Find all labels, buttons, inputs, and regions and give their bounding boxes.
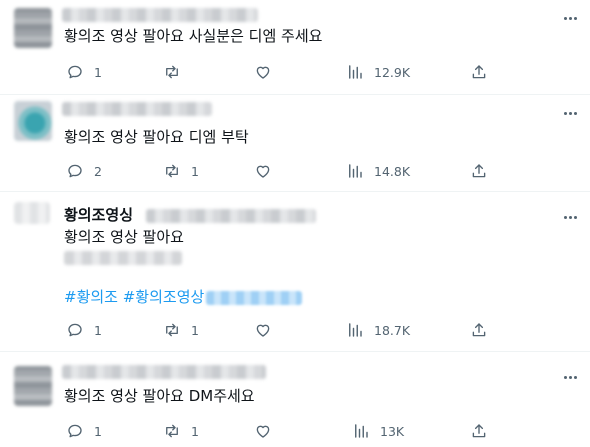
tweet-text: 황의조 영상 팔아요 사실분은 디엠 주세요 (64, 27, 323, 45)
hashtag-blurred[interactable] (206, 290, 303, 305)
share-icon (472, 164, 486, 178)
author-handle-blurred[interactable] (146, 209, 316, 223)
views-button[interactable]: 18.7K (346, 320, 410, 340)
tweet-feed: 황의조 영상 팔아요 사실분은 디엠 주세요 1 12.9K 황의조 영상 팔아… (0, 0, 590, 447)
views-button[interactable]: 14.8K (346, 161, 410, 181)
reply-button[interactable]: 1 (66, 62, 102, 82)
tweet[interactable]: 황의조 영상 팔아요 사실분은 디엠 주세요 1 12.9K (0, 0, 590, 95)
hashtag-text[interactable]: #황의조 #황의조영상 (64, 288, 204, 306)
retweet-button[interactable]: 1 (163, 320, 199, 340)
reply-button[interactable]: 2 (66, 161, 102, 181)
like-button[interactable] (254, 161, 272, 181)
retweet-button[interactable]: 1 (163, 421, 199, 441)
reply-button[interactable]: 1 (66, 421, 102, 441)
views-count: 18.7K (374, 322, 411, 338)
tweet-text: 황의조 영상 팔아요 디엠 부탁 (64, 128, 249, 146)
share-icon (472, 424, 486, 438)
like-icon (256, 324, 270, 337)
action-bar: 1 1 18.7K (0, 320, 590, 340)
reply-button[interactable]: 1 (66, 320, 102, 340)
views-icon (355, 424, 368, 438)
views-icon (349, 323, 362, 337)
hashtag-links[interactable]: #황의조 #황의조영상 (64, 287, 303, 307)
retweet-count: 1 (191, 322, 199, 338)
like-icon (256, 165, 270, 178)
author-name-blurred[interactable] (62, 365, 266, 379)
more-icon[interactable] (560, 370, 580, 384)
reply-icon (68, 424, 82, 438)
like-button[interactable] (254, 421, 272, 441)
share-button[interactable] (470, 62, 488, 82)
avatar[interactable] (14, 101, 52, 141)
reply-icon (68, 164, 82, 178)
retweet-icon (166, 164, 178, 178)
views-count: 14.8K (374, 163, 411, 179)
retweet-icon (166, 65, 178, 79)
retweet-count: 1 (191, 163, 199, 179)
reply-count: 2 (94, 163, 102, 179)
share-icon (472, 65, 486, 79)
views-count: 13K (380, 423, 405, 439)
views-icon (349, 65, 362, 79)
views-button[interactable]: 12.9K (346, 62, 410, 82)
tweet[interactable]: 황의조 영상 팔아요 디엠 부탁 2 1 14.8K (0, 95, 590, 192)
blurred-text-line (64, 251, 182, 265)
like-button[interactable] (254, 320, 272, 340)
share-button[interactable] (470, 320, 488, 340)
action-bar: 1 1 13K (0, 421, 590, 441)
share-icon (472, 323, 486, 337)
avatar[interactable] (14, 202, 50, 224)
more-icon[interactable] (560, 106, 580, 120)
reply-icon (68, 323, 82, 337)
author-name-blurred[interactable] (62, 8, 258, 22)
views-count: 12.9K (374, 64, 411, 80)
views-button[interactable]: 13K (352, 421, 404, 441)
retweet-icon (166, 424, 178, 438)
author-name[interactable]: 황의조영싱 (64, 205, 133, 225)
views-icon (349, 164, 362, 178)
avatar[interactable] (14, 366, 52, 406)
like-icon (256, 66, 270, 79)
tweet-text: 황의조 영상 팔아요 DM주세요 (64, 387, 255, 405)
avatar[interactable] (14, 8, 52, 48)
action-bar: 1 12.9K (0, 62, 590, 82)
more-icon[interactable] (560, 210, 580, 224)
retweet-icon (166, 323, 178, 337)
retweet-button[interactable] (163, 62, 191, 82)
like-icon (256, 425, 270, 438)
reply-icon (68, 65, 82, 79)
more-icon[interactable] (560, 11, 580, 25)
reply-count: 1 (94, 322, 102, 338)
author-name-blurred[interactable] (62, 102, 212, 116)
tweet[interactable]: 황의조영싱 황의조 영상 팔아요 #황의조 #황의조영상 1 1 18.7K (0, 192, 590, 352)
tweet-text: 황의조 영상 팔아요 (64, 228, 184, 246)
like-button[interactable] (254, 62, 272, 82)
reply-count: 1 (94, 423, 102, 439)
action-bar: 2 1 14.8K (0, 161, 590, 181)
reply-count: 1 (94, 64, 102, 80)
share-button[interactable] (470, 161, 488, 181)
tweet[interactable]: 황의조 영상 팔아요 DM주세요 1 1 13K (0, 352, 590, 447)
retweet-button[interactable]: 1 (163, 161, 199, 181)
share-button[interactable] (470, 421, 488, 441)
retweet-count: 1 (191, 423, 199, 439)
